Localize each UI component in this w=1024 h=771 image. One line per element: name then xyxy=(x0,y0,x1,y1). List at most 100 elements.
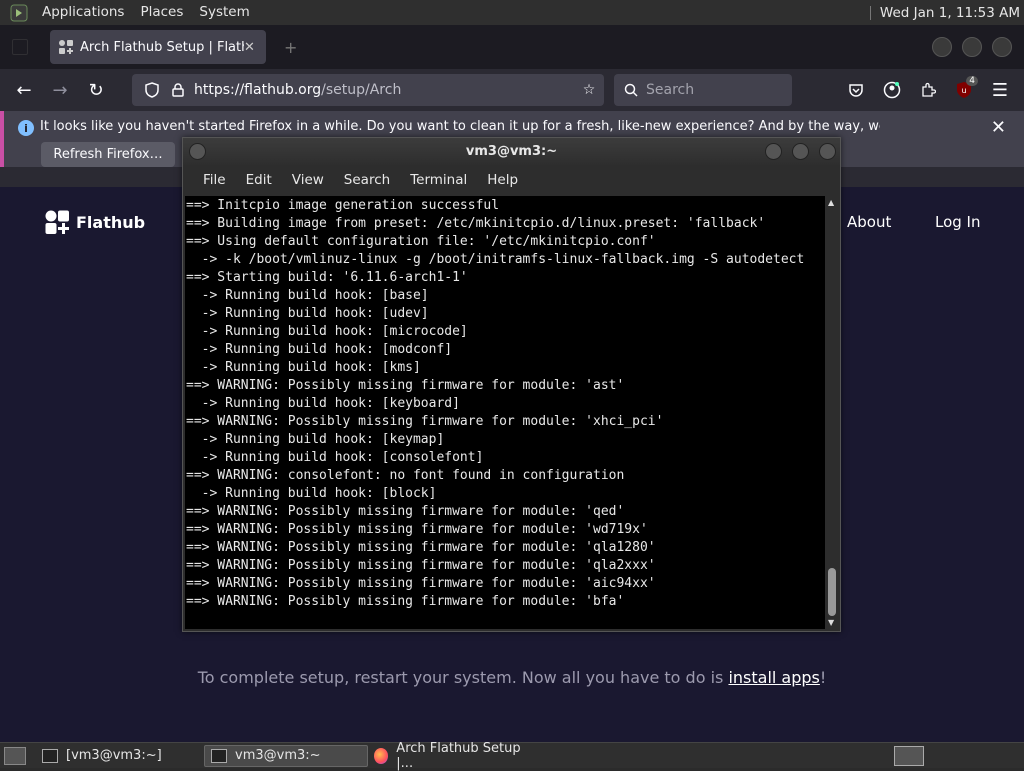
terminal-line: -> Running build hook: [block] xyxy=(186,486,437,501)
flathub-favicon-icon xyxy=(59,40,73,54)
terminal-icon xyxy=(211,748,227,763)
terminal-line: ==> WARNING: consolefont: no font found … xyxy=(186,468,625,483)
menu-edit[interactable]: Edit xyxy=(236,172,282,188)
extension-badge: 4 xyxy=(966,76,978,86)
clock[interactable]: Wed Jan 1, 11:53 AM xyxy=(880,5,1024,21)
terminal-line: ==> WARNING: Possibly missing firmware f… xyxy=(186,414,664,429)
lock-icon[interactable] xyxy=(168,83,188,97)
tracking-protection-shield-icon[interactable] xyxy=(142,82,162,98)
menu-view[interactable]: View xyxy=(282,172,334,188)
window-menu-button[interactable] xyxy=(189,143,206,160)
nav-about-link[interactable]: About xyxy=(847,213,891,231)
maximize-button[interactable] xyxy=(962,37,982,57)
terminal-icon xyxy=(42,748,58,763)
terminal-output[interactable]: ==> Initcpio image generation successful… xyxy=(185,196,825,629)
flathub-logo[interactable]: Flathub xyxy=(44,209,145,235)
tab-close-icon[interactable]: ✕ xyxy=(244,40,258,55)
list-all-tabs-icon[interactable] xyxy=(12,39,28,55)
terminal-line: ==> WARNING: Possibly missing firmware f… xyxy=(186,522,648,537)
terminal-line: ==> WARNING: Possibly missing firmware f… xyxy=(186,378,625,393)
terminal-line: -> Running build hook: [base] xyxy=(186,288,429,303)
hamburger-menu-icon[interactable]: ☰ xyxy=(982,74,1018,106)
top-panel: Applications Places System Wed Jan 1, 11… xyxy=(0,0,1024,25)
extensions-icon[interactable] xyxy=(910,74,946,106)
pocket-icon[interactable] xyxy=(838,74,874,106)
flathub-mark-icon xyxy=(45,210,69,234)
terminal-line: ==> WARNING: Possibly missing firmware f… xyxy=(186,576,656,591)
scroll-down-arrow-icon[interactable]: ▼ xyxy=(828,618,834,627)
scrollbar-thumb[interactable] xyxy=(828,568,836,616)
terminal-line: ==> WARNING: Possibly missing firmware f… xyxy=(186,594,625,609)
close-window-button[interactable] xyxy=(992,37,1012,57)
search-icon xyxy=(624,83,638,97)
terminal-line: -> Running build hook: [udev] xyxy=(186,306,429,321)
show-desktop-button[interactable] xyxy=(4,746,26,765)
taskbar-item-firefox[interactable]: Arch Flathub Setup |... xyxy=(368,741,532,771)
navigation-toolbar: ← → ↻ https://flathub.org/setup/Arch ☆ S… xyxy=(0,69,1024,111)
url-text: https://flathub.org/setup/Arch xyxy=(194,82,402,98)
terminal-line: ==> Building image from preset: /etc/mki… xyxy=(186,216,766,231)
tab-bar: Arch Flathub Setup | Flathub ✕ + xyxy=(0,25,1024,69)
panel-separator xyxy=(869,5,872,20)
terminal-line: -> Running build hook: [keyboard] xyxy=(186,396,460,411)
tab-title: Arch Flathub Setup | Flathub xyxy=(80,39,244,55)
minimize-button[interactable] xyxy=(932,37,952,57)
system-menu[interactable]: System xyxy=(191,0,257,25)
bookmark-star-icon[interactable]: ☆ xyxy=(574,82,604,98)
ublock-origin-icon[interactable]: u4 xyxy=(946,74,982,106)
menu-search[interactable]: Search xyxy=(334,172,400,188)
terminal-titlebar[interactable]: vm3@vm3:~ xyxy=(183,138,840,165)
notification-message: It looks like you haven't started Firefo… xyxy=(40,119,880,134)
url-bar[interactable]: https://flathub.org/setup/Arch ☆ xyxy=(132,74,604,106)
applications-menu[interactable]: Applications xyxy=(34,0,132,25)
terminal-line: ==> Starting build: '6.11.6-arch1-1' xyxy=(186,270,468,285)
terminal-line: ==> WARNING: Possibly missing firmware f… xyxy=(186,558,656,573)
terminal-menubar: File Edit View Search Terminal Help xyxy=(183,165,840,195)
search-box[interactable]: Search xyxy=(614,74,792,106)
menu-terminal[interactable]: Terminal xyxy=(400,172,477,188)
terminal-line: -> Running build hook: [consolefont] xyxy=(186,450,484,465)
terminal-line: ==> Using default configuration file: '/… xyxy=(186,234,656,249)
terminal-close-button[interactable] xyxy=(819,143,836,160)
terminal-title: vm3@vm3:~ xyxy=(465,144,558,159)
menu-file[interactable]: File xyxy=(193,172,236,188)
reload-icon[interactable]: ↻ xyxy=(78,74,114,106)
scroll-up-arrow-icon[interactable]: ▲ xyxy=(828,198,834,207)
workspace-switcher[interactable] xyxy=(894,746,924,766)
flathub-brand: Flathub xyxy=(76,212,146,232)
terminal-line: ==> Initcpio image generation successful xyxy=(186,198,500,213)
window-controls xyxy=(932,37,1012,57)
bottom-panel: [vm3@vm3:~] vm3@vm3:~ Arch Flathub Setup… xyxy=(0,741,1024,771)
terminal-line: -> Running build hook: [keymap] xyxy=(186,432,445,447)
search-placeholder: Search xyxy=(646,82,695,98)
arch-logo-icon[interactable] xyxy=(8,2,30,24)
forward-arrow-icon[interactable]: → xyxy=(42,74,78,106)
nav-login-link[interactable]: Log In xyxy=(935,213,981,231)
setup-complete-message: To complete setup, restart your system. … xyxy=(197,668,827,687)
install-apps-link[interactable]: install apps xyxy=(728,668,819,687)
terminal-minimize-button[interactable] xyxy=(765,143,782,160)
notification-close-icon[interactable]: ✕ xyxy=(991,117,1006,138)
firefox-icon xyxy=(374,747,389,764)
terminal-maximize-button[interactable] xyxy=(792,143,809,160)
svg-text:u: u xyxy=(961,86,966,95)
terminal-line: -> -k /boot/vmlinuz-linux -g /boot/initr… xyxy=(186,252,805,267)
new-tab-icon[interactable]: + xyxy=(284,38,297,57)
account-icon[interactable] xyxy=(874,74,910,106)
terminal-line: -> Running build hook: [microcode] xyxy=(186,324,468,339)
terminal-window: vm3@vm3:~ File Edit View Search Terminal… xyxy=(182,137,841,632)
toolbar-right: u4 ☰ xyxy=(838,74,1024,106)
terminal-line: ==> WARNING: Possibly missing firmware f… xyxy=(186,504,625,519)
terminal-line: -> Running build hook: [modconf] xyxy=(186,342,453,357)
terminal-scrollbar[interactable]: ▲ ▼ xyxy=(826,196,838,629)
tab-arch-flathub-setup[interactable]: Arch Flathub Setup | Flathub ✕ xyxy=(50,30,266,64)
taskbar-item-terminal[interactable]: vm3@vm3:~ xyxy=(204,744,368,767)
terminal-line: -> Running build hook: [kms] xyxy=(186,360,421,375)
info-icon: i xyxy=(18,120,34,136)
refresh-firefox-button[interactable]: Refresh Firefox… xyxy=(41,142,175,167)
menu-help[interactable]: Help xyxy=(477,172,528,188)
taskbar-item-terminal-minimized[interactable]: [vm3@vm3:~] xyxy=(36,745,200,767)
places-menu[interactable]: Places xyxy=(132,0,191,25)
back-arrow-icon[interactable]: ← xyxy=(6,74,42,106)
terminal-line: ==> WARNING: Possibly missing firmware f… xyxy=(186,540,656,555)
